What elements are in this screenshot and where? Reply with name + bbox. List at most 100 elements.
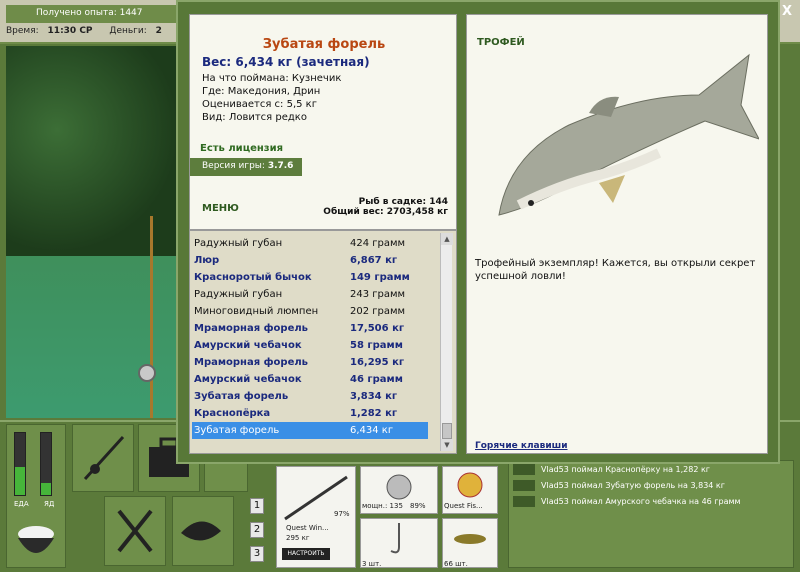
- bait-count: 66 шт.: [444, 560, 468, 568]
- version-label: Версия игры: 3.7.6: [190, 158, 302, 176]
- fish-weight-cell: 149 грамм: [350, 272, 410, 283]
- location: Где: Македония, Дрин: [202, 86, 321, 97]
- table-row-selected[interactable]: Зубатая форель 6,434 кг: [192, 422, 428, 439]
- catch-log: Vlad53 поймал Краснопёрку на 1,282 кг Vl…: [508, 460, 794, 568]
- line-spool-icon: [457, 472, 483, 498]
- table-row[interactable]: Радужный губан 424 грамм: [192, 235, 428, 252]
- fish-name: Зубатая форель: [194, 425, 280, 436]
- fish-weight-cell: 1,282 кг: [350, 408, 398, 419]
- scroll-down-icon[interactable]: ▼: [441, 439, 453, 451]
- tab-3[interactable]: 3: [250, 546, 264, 562]
- fish-name: Люр: [194, 255, 220, 266]
- fish-weight-cell: 424 грамм: [350, 238, 406, 249]
- cauldron-icon[interactable]: [12, 516, 60, 564]
- hook-icon: [390, 523, 400, 554]
- table-row[interactable]: Радужный губан 243 грамм: [192, 286, 428, 303]
- fish-weight-cell: 58 грамм: [350, 340, 403, 351]
- reel-item-icon: [386, 474, 412, 500]
- eat-label: ЕДА: [14, 500, 29, 508]
- time-value: 11:30 СР: [47, 26, 93, 36]
- fish-weight-cell: 6,867 кг: [350, 255, 398, 266]
- hooks-count: 3 шт.: [362, 560, 382, 568]
- caught-with: На что поймана: Кузнечик: [202, 73, 342, 84]
- catch-list: Радужный губан 424 грамм Люр 6,867 кг Красно…: [189, 230, 457, 454]
- license-status: Есть лицензия: [200, 143, 284, 154]
- fork-knife-icon: [117, 509, 153, 553]
- money-label: Деньги:: [109, 26, 147, 36]
- fish-icon: [181, 521, 221, 541]
- fish-weight-cell: 202 грамм: [350, 306, 406, 317]
- table-row[interactable]: Красноротый бычок 149 грамм: [192, 269, 428, 286]
- fish-in-net: Рыб в садке: 144: [358, 197, 448, 207]
- fishing-rod-icon: [150, 216, 153, 418]
- scroll-thumb[interactable]: [442, 423, 452, 439]
- line-name: Quest Fis...: [444, 502, 483, 510]
- fish-thumb-icon: [513, 480, 535, 491]
- table-row[interactable]: Амурский чебачок 46 грамм: [192, 371, 428, 388]
- fish-info-panel: Зубатая форель Вес: 6,434 кг (зачетная) …: [189, 14, 457, 230]
- time-label: Время:: [6, 26, 39, 36]
- table-row[interactable]: Краснопёрка 1,282 кг: [192, 405, 428, 422]
- scroll-up-icon[interactable]: ▲: [441, 233, 453, 245]
- fish-name: Радужный губан: [194, 238, 283, 249]
- fish-thumb-icon: [513, 496, 535, 507]
- grasshopper-icon: [454, 534, 486, 544]
- rod-percent: 97%: [334, 510, 350, 518]
- catch-totals: Рыб в садке: 144 Общий вес: 2703,458 кг: [323, 197, 448, 217]
- menu-button[interactable]: МЕНЮ: [202, 203, 239, 214]
- table-row[interactable]: Мраморная форель 17,506 кг: [192, 320, 428, 337]
- table-row[interactable]: Мраморная форель 16,295 кг: [192, 354, 428, 371]
- table-row[interactable]: Зубатая форель 3,834 кг: [192, 388, 428, 405]
- table-row[interactable]: Амурский чебачок 58 грамм: [192, 337, 428, 354]
- rod-weight: 295 кг: [286, 534, 310, 542]
- money-value: 2: [155, 26, 162, 36]
- fish-name: Красноротый бычок: [194, 272, 312, 283]
- close-button[interactable]: X: [782, 4, 792, 19]
- valued-from: Оценивается с: 5,5 кг: [202, 99, 317, 110]
- tab-1[interactable]: 1: [250, 498, 264, 514]
- reel-icon: [138, 364, 156, 382]
- time-money-row: Время: 11:30 СР Деньги: 2: [6, 26, 162, 36]
- table-row[interactable]: Люр 6,867 кг: [192, 252, 428, 269]
- fish-name: Амурский чебачок: [194, 374, 302, 385]
- log-row: Vlad53 поймал Амурского чебачка на 46 гр…: [513, 495, 791, 509]
- tab-2[interactable]: 2: [250, 522, 264, 538]
- fish-weight-cell: 46 грамм: [350, 374, 403, 385]
- fish-name: Мраморная форель: [194, 323, 308, 334]
- fish-weight-cell: 243 грамм: [350, 289, 406, 300]
- rod-name: Quest Win...: [286, 524, 329, 532]
- rod-slot[interactable]: [72, 424, 134, 492]
- list-scrollbar[interactable]: ▲ ▼: [440, 233, 453, 451]
- total-weight: Общий вес: 2703,458 кг: [323, 207, 448, 217]
- rods-icon: [83, 435, 125, 481]
- trout-image: [498, 53, 759, 216]
- fish-title: Зубатая форель: [262, 37, 386, 52]
- log-row: Vlad53 поймал Краснопёрку на 1,282 кг: [513, 463, 791, 477]
- fish-weight-cell: 16,295 кг: [350, 357, 405, 368]
- fishing-scene: [6, 46, 176, 418]
- eat-meter: [14, 432, 26, 496]
- log-row: Vlad53 поймал Зубатую форель на 3,834 кг: [513, 479, 791, 493]
- sleep-meter: [40, 432, 52, 496]
- fish-weight-cell: 17,506 кг: [350, 323, 405, 334]
- trophy-text: Трофейный экземпляр! Кажется, вы открыли…: [475, 258, 756, 282]
- trophy-panel: ТРОФЕЙ Трофейный экземпляр! Кажется, вы …: [466, 14, 768, 454]
- rarity: Вид: Ловится редко: [202, 112, 307, 123]
- fish-weight: Вес: 6,434 кг (зачетная): [202, 55, 370, 69]
- food-slot[interactable]: [104, 496, 166, 566]
- fish-thumb-icon: [513, 464, 535, 475]
- fish-weight-cell: 6,434 кг: [350, 425, 394, 436]
- fish-name: Краснопёрка: [194, 408, 271, 419]
- sleep-label: ЯД: [44, 500, 55, 508]
- fish-name: Миноговидный люмпен: [194, 306, 319, 317]
- fish-name: Радужный губан: [194, 289, 283, 300]
- setup-button[interactable]: НАСТРОИТЬ: [282, 548, 330, 560]
- fish-weight-cell: 3,834 кг: [350, 391, 398, 402]
- hotkeys-link[interactable]: Горячие клавиши: [475, 441, 568, 451]
- fish-name: Мраморная форель: [194, 357, 308, 368]
- experience-label: Получено опыта: 1447: [6, 5, 176, 23]
- fish-name: Амурский чебачок: [194, 340, 302, 351]
- reel-percent: 89%: [410, 502, 426, 510]
- table-row[interactable]: Миноговидный люмпен 202 грамм: [192, 303, 428, 320]
- fish-catch-slot[interactable]: [172, 496, 234, 566]
